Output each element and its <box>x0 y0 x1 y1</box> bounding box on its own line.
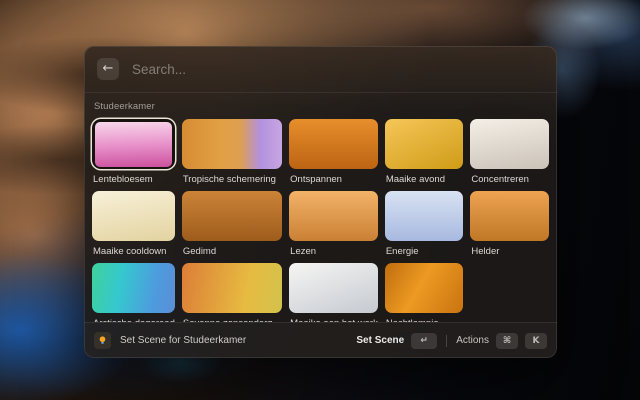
scene-swatch-frame <box>385 263 464 313</box>
scene-tile[interactable]: Maaike aan het werk <box>289 263 378 322</box>
scene-swatch-frame <box>289 119 378 169</box>
scene-label: Ontspannen <box>289 174 378 185</box>
section-title: Studeerkamer <box>94 101 549 112</box>
scene-tile[interactable]: Lentebloesem <box>92 119 175 185</box>
scene-swatch-frame <box>182 119 282 169</box>
scene-tile[interactable]: Savanne zonsonderg… <box>182 263 282 322</box>
scene-swatch <box>182 191 282 241</box>
scene-swatch <box>470 119 549 169</box>
scene-label: Gedimd <box>182 246 282 257</box>
search-input[interactable] <box>130 61 544 78</box>
scene-swatch <box>289 119 378 169</box>
scene-grid: Lentebloesem Tropische schemering Ontspa… <box>92 119 549 322</box>
scene-tile[interactable]: Energie <box>385 191 464 257</box>
cmd-key-badge: ⌘ <box>496 333 518 349</box>
scene-tile[interactable]: Maaike avond <box>385 119 464 185</box>
scene-swatch-frame <box>92 119 175 169</box>
scene-label: Tropische schemering <box>182 174 282 185</box>
scene-tile[interactable]: Helder <box>470 191 549 257</box>
scene-tile[interactable]: Ontspannen <box>289 119 378 185</box>
lightbulb-icon <box>94 332 111 349</box>
scene-tile[interactable]: Arctische dageraad <box>92 263 175 322</box>
scene-label: Lezen <box>289 246 378 257</box>
scene-label: Maaike avond <box>385 174 464 185</box>
scene-label: Maaike cooldown <box>92 246 175 257</box>
scene-swatch-frame <box>182 263 282 313</box>
status-bar: Set Scene for Studeerkamer Set Scene ↵ A… <box>84 322 557 358</box>
scene-swatch <box>92 191 175 241</box>
scene-swatch-frame <box>92 191 175 241</box>
back-arrow-icon: ← <box>103 58 114 80</box>
scene-tile[interactable]: Lezen <box>289 191 378 257</box>
actions-label: Actions <box>456 335 489 346</box>
k-key-badge: K <box>525 333 547 349</box>
scene-swatch <box>385 263 464 313</box>
scene-swatch-frame <box>289 191 378 241</box>
footer-separator <box>446 335 447 347</box>
actions-button[interactable]: Actions ⌘ K <box>456 333 547 349</box>
scene-swatch <box>470 191 549 241</box>
scene-swatch <box>92 263 175 313</box>
search-header: ← <box>84 46 557 93</box>
scene-label: Energie <box>385 246 464 257</box>
scene-swatch <box>385 119 464 169</box>
scene-swatch <box>289 191 378 241</box>
scene-picker-window: ← Studeerkamer Lentebloesem Tropische sc… <box>84 46 557 358</box>
scene-swatch-frame <box>385 191 464 241</box>
scene-swatch <box>95 122 173 167</box>
scene-tile[interactable]: Gedimd <box>182 191 282 257</box>
scene-swatch <box>182 263 282 313</box>
scene-swatch-frame <box>92 263 175 313</box>
scene-tile[interactable]: Maaike cooldown <box>92 191 175 257</box>
scene-swatch-frame <box>470 191 549 241</box>
scene-swatch <box>289 263 378 313</box>
enter-key-badge: ↵ <box>411 333 437 349</box>
scene-tile[interactable]: Concentreren <box>470 119 549 185</box>
scene-label: Concentreren <box>470 174 549 185</box>
scene-tile[interactable]: Tropische schemering <box>182 119 282 185</box>
scene-label: Helder <box>470 246 549 257</box>
scene-swatch-frame <box>385 119 464 169</box>
scene-swatch-frame <box>289 263 378 313</box>
context-label: Set Scene for Studeerkamer <box>120 335 246 346</box>
scene-tile[interactable]: Nachtlampje <box>385 263 464 322</box>
set-scene-label: Set Scene <box>356 335 404 346</box>
back-button[interactable]: ← <box>97 58 119 80</box>
scene-swatch <box>182 119 282 169</box>
scene-swatch <box>385 191 464 241</box>
scene-list-panel: Studeerkamer Lentebloesem Tropische sche… <box>84 93 557 322</box>
scene-swatch-frame <box>182 191 282 241</box>
set-scene-button[interactable]: Set Scene ↵ <box>356 333 437 349</box>
scene-swatch-frame <box>470 119 549 169</box>
scene-label: Lentebloesem <box>92 174 175 185</box>
